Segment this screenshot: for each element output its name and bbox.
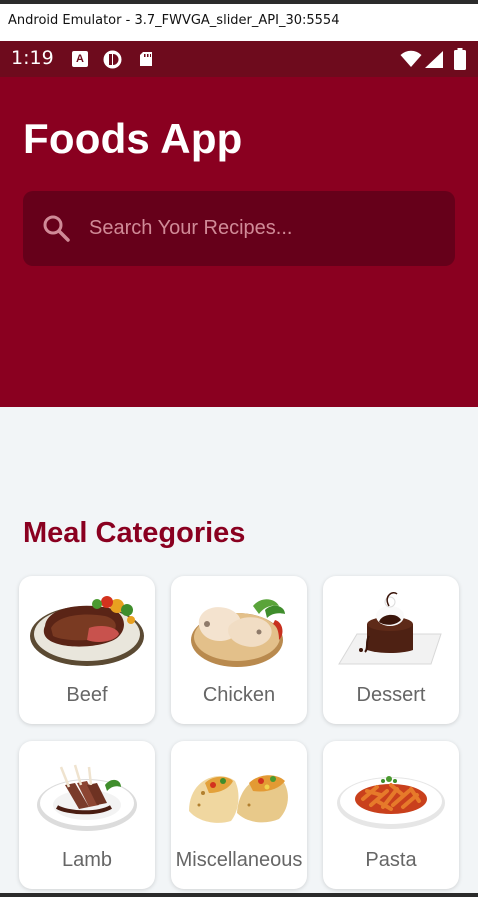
category-card-lamb[interactable]: Lamb xyxy=(19,741,155,889)
app-title: Foods App xyxy=(23,115,243,162)
wifi-icon xyxy=(400,50,422,68)
category-card-beef[interactable]: Beef xyxy=(19,576,155,724)
battery-icon xyxy=(454,48,466,70)
search-input[interactable] xyxy=(89,191,439,266)
search-icon xyxy=(43,215,70,242)
emulator-window-title: Android Emulator - 3.7_FWVGA_slider_API_… xyxy=(0,0,478,41)
category-card-chicken[interactable]: Chicken xyxy=(171,576,307,724)
status-bar: 1:19 A xyxy=(0,41,478,77)
category-label-miscellaneous: Miscellaneous xyxy=(175,849,303,871)
search-bar[interactable] xyxy=(23,191,455,266)
a-notification-icon: A xyxy=(72,51,88,67)
category-label-chicken: Chicken xyxy=(202,684,276,706)
cellular-signal-icon xyxy=(425,51,444,68)
beef-image xyxy=(30,596,144,666)
dessert-image xyxy=(338,592,442,665)
chicken-image xyxy=(191,599,285,667)
main-content: Meal Categories Beef Chicken Dessert Lam… xyxy=(0,407,478,894)
category-card-pasta[interactable]: Pasta xyxy=(323,741,459,889)
category-label-dessert: Dessert xyxy=(356,684,426,706)
taco-image xyxy=(189,775,288,823)
category-label-pasta: Pasta xyxy=(365,849,417,871)
sd-card-icon xyxy=(138,51,154,67)
app-header: Foods App xyxy=(0,77,478,407)
lamb-image xyxy=(37,764,137,831)
pasta-image xyxy=(337,776,445,829)
category-label-beef: Beef xyxy=(66,684,108,706)
window-bottom-edge xyxy=(0,893,478,897)
play-protect-icon xyxy=(103,50,122,69)
category-card-miscellaneous[interactable]: Miscellaneous xyxy=(171,741,307,889)
category-card-dessert[interactable]: Dessert xyxy=(323,576,459,724)
section-title: Meal Categories xyxy=(23,517,246,549)
status-time: 1:19 xyxy=(11,47,54,69)
category-label-lamb: Lamb xyxy=(61,849,113,871)
